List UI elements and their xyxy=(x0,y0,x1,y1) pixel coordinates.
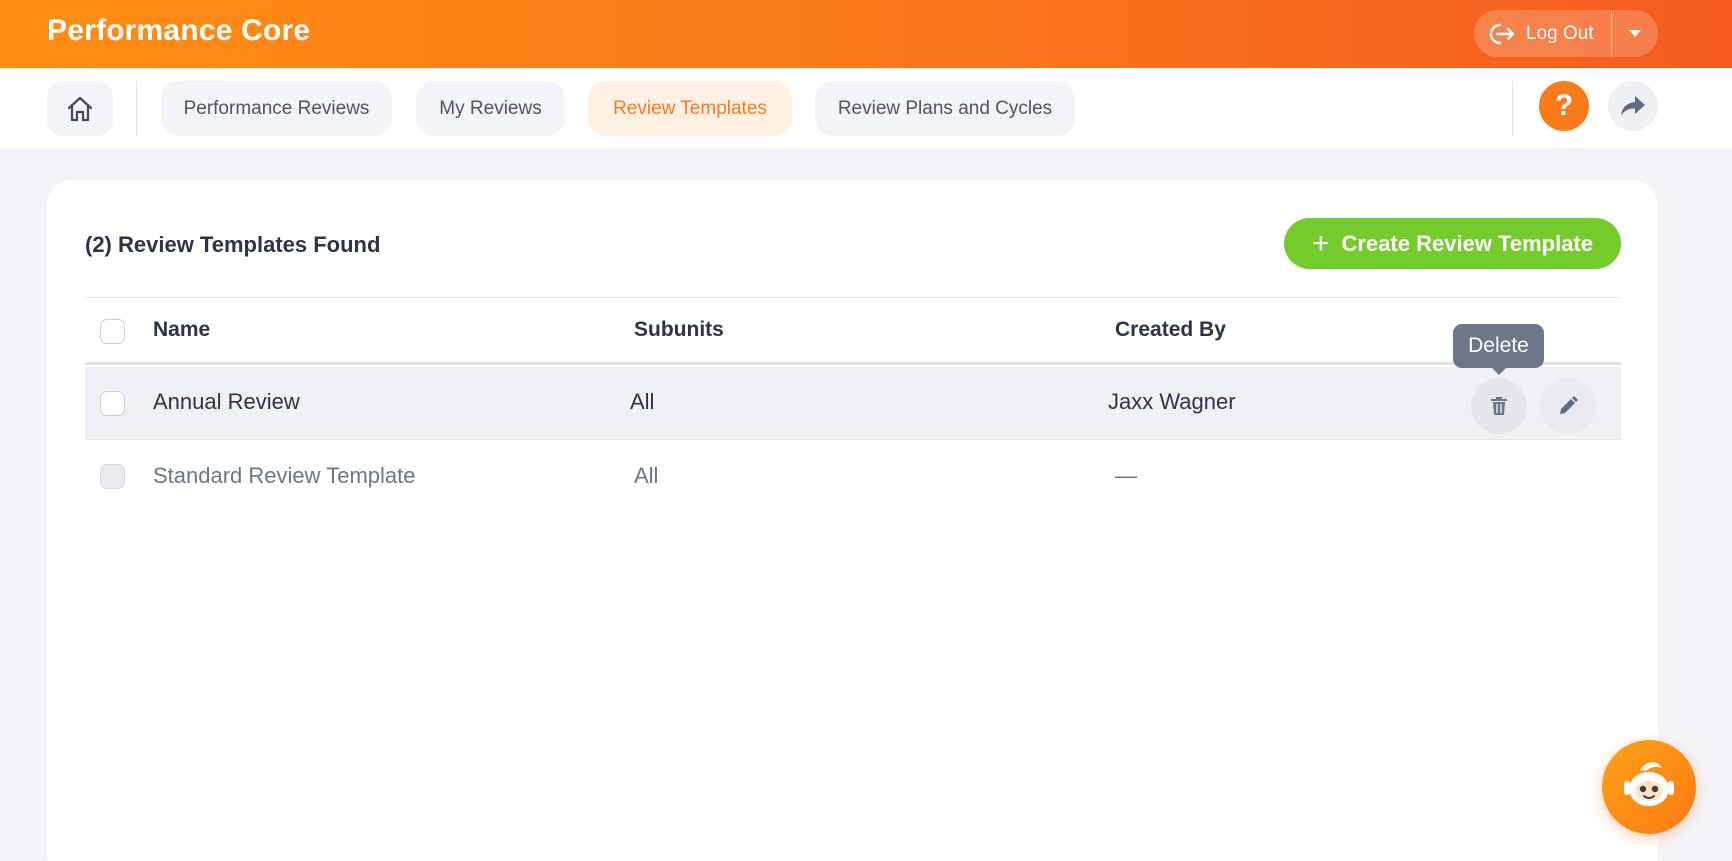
home-button[interactable] xyxy=(47,81,113,136)
tab-label: My Reviews xyxy=(439,97,542,119)
row-checkbox xyxy=(100,464,125,489)
template-subunits: All xyxy=(630,389,655,414)
robot-assistant-icon xyxy=(1624,762,1674,806)
tab-review-plans-and-cycles[interactable]: Review Plans and Cycles xyxy=(815,81,1075,136)
help-button[interactable]: ? xyxy=(1539,81,1589,131)
share-button[interactable] xyxy=(1608,81,1658,131)
templates-card: (2) Review Templates Found + Create Revi… xyxy=(47,180,1658,861)
module-navbar: Performance Reviews My Reviews Review Te… xyxy=(0,68,1732,148)
column-header-created-by: Created By xyxy=(1115,318,1226,341)
delete-button[interactable] xyxy=(1471,378,1527,434)
column-header-subunits: Subunits xyxy=(634,318,724,341)
table-row[interactable]: Annual Review All Jaxx Wagner xyxy=(85,367,1621,440)
tab-performance-reviews[interactable]: Performance Reviews xyxy=(161,81,392,136)
trash-icon xyxy=(1491,397,1507,415)
assistant-bot-button[interactable] xyxy=(1602,740,1696,834)
template-created-by: Jaxx Wagner xyxy=(1108,389,1236,414)
template-subunits: All xyxy=(634,463,659,488)
share-icon xyxy=(1621,96,1645,116)
logout-group: Log Out xyxy=(1474,10,1658,57)
tab-label: Review Plans and Cycles xyxy=(837,97,1053,119)
help-icon: ? xyxy=(1554,89,1574,122)
chevron-down-icon xyxy=(1629,30,1641,37)
table-row[interactable]: Standard Review Template All — xyxy=(85,441,1621,514)
tab-review-templates[interactable]: Review Templates xyxy=(588,81,792,136)
logout-button[interactable]: Log Out xyxy=(1474,10,1611,57)
select-all-checkbox[interactable] xyxy=(100,319,125,344)
template-created-by: — xyxy=(1115,463,1137,488)
edit-button[interactable] xyxy=(1540,378,1596,434)
tab-my-reviews[interactable]: My Reviews xyxy=(416,81,565,136)
delete-tooltip: Delete xyxy=(1453,324,1544,375)
create-review-template-button[interactable]: + Create Review Template xyxy=(1284,218,1621,269)
row-checkbox[interactable] xyxy=(100,391,125,416)
home-icon xyxy=(67,96,93,121)
plus-icon: + xyxy=(1311,226,1330,260)
pencil-icon xyxy=(1560,396,1578,414)
template-name: Standard Review Template xyxy=(153,463,416,488)
nav-divider xyxy=(1512,81,1513,136)
template-name: Annual Review xyxy=(153,389,300,414)
logout-label: Log Out xyxy=(1526,22,1594,44)
top-header: Performance Core Log Out xyxy=(0,0,1732,68)
nav-divider xyxy=(136,81,137,136)
tab-label: Review Templates xyxy=(613,97,767,119)
account-dropdown-button[interactable] xyxy=(1612,10,1658,57)
create-button-label: Create Review Template xyxy=(1341,230,1593,256)
column-header-name: Name xyxy=(153,318,211,341)
results-count-title: (2) Review Templates Found xyxy=(85,232,381,257)
table-header: Name Subunits Created By xyxy=(85,298,1621,365)
app-title: Performance Core xyxy=(47,14,311,47)
tab-label: Performance Reviews xyxy=(183,97,370,119)
logout-icon xyxy=(1489,23,1515,44)
